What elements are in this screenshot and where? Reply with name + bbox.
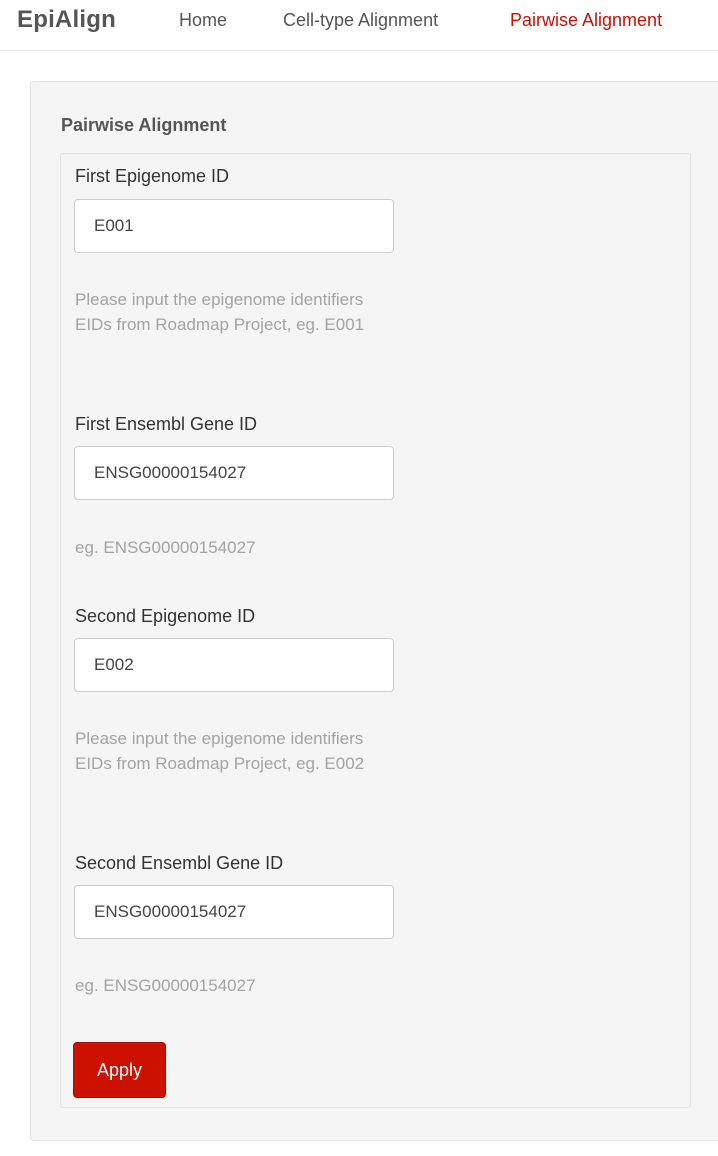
second-epigenome-id-input[interactable] xyxy=(74,638,394,692)
nav-cell-type-alignment[interactable]: Cell-type Alignment xyxy=(283,10,438,31)
nav-pairwise-alignment[interactable]: Pairwise Alignment xyxy=(510,10,662,31)
first-ensembl-gene-id-input[interactable] xyxy=(74,446,394,500)
first-epigenome-id-label: First Epigenome ID xyxy=(75,166,230,186)
first-ensembl-gene-id-label: First Ensembl Gene ID xyxy=(75,414,258,434)
first-epigenome-id-help: Please input the epigenome identifiers E… xyxy=(75,290,365,334)
panel-title: Pairwise Alignment xyxy=(61,115,227,135)
brand-logo[interactable]: EpiAlign xyxy=(17,6,116,34)
apply-button[interactable]: Apply xyxy=(73,1042,166,1098)
nav-home[interactable]: Home xyxy=(179,10,227,31)
second-ensembl-gene-id-help: eg. ENSG00000154027 xyxy=(75,976,256,995)
first-ensembl-gene-id-help: eg. ENSG00000154027 xyxy=(75,538,256,557)
top-navbar: EpiAlign Home Cell-type Alignment Pairwi… xyxy=(0,0,718,51)
second-ensembl-gene-id-label: Second Ensembl Gene ID xyxy=(75,853,284,873)
second-ensembl-gene-id-input[interactable] xyxy=(74,885,394,939)
first-epigenome-id-input[interactable] xyxy=(74,199,394,253)
second-epigenome-id-label: Second Epigenome ID xyxy=(75,606,256,626)
second-epigenome-id-help: Please input the epigenome identifiers E… xyxy=(75,729,365,773)
